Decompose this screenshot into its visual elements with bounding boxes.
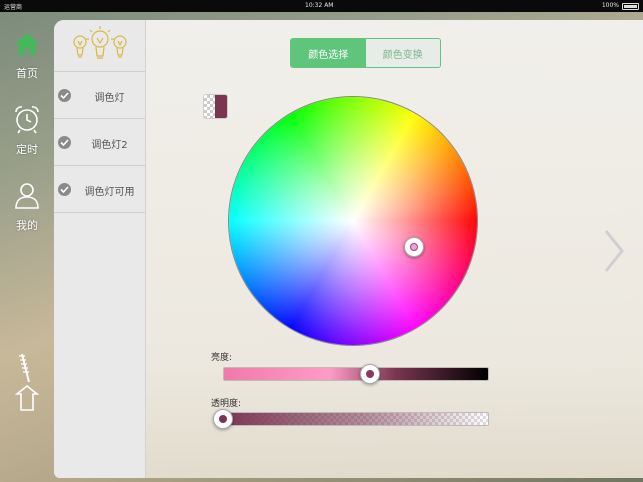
mode-tabs: 颜色选择 颜色变换 xyxy=(290,38,441,68)
tab-color-select[interactable]: 颜色选择 xyxy=(291,39,366,67)
device-item[interactable]: 调色灯可用 xyxy=(54,166,145,213)
check-icon[interactable] xyxy=(58,136,71,149)
home-icon xyxy=(15,33,39,55)
brightness-slider-thumb[interactable] xyxy=(360,364,380,384)
brightness-slider[interactable] xyxy=(223,367,489,381)
color-wheel-handle[interactable] xyxy=(404,237,424,257)
device-item[interactable]: 调色灯 xyxy=(54,72,145,119)
opacity-slider-thumb[interactable] xyxy=(213,409,233,429)
color-wheel[interactable] xyxy=(229,97,477,345)
battery-percent: 100% xyxy=(601,2,619,9)
lightbulbs-icon xyxy=(73,26,127,59)
status-bar: 运营商 10:32 AM 100% xyxy=(0,0,643,12)
device-name: 调色灯可用 xyxy=(84,187,135,198)
nav-home-label: 首页 xyxy=(16,67,38,80)
main-panel: 调色灯 调色灯2 调色灯可用 颜色选择 颜色变换 亮度: 透明度: xyxy=(54,20,643,478)
device-list-header xyxy=(54,20,145,72)
opacity-label: 透明度: xyxy=(211,399,242,409)
carrier-label: 运营商 xyxy=(4,4,23,11)
left-nav: 首页 定时 我的 xyxy=(0,12,54,482)
opacity-slider[interactable] xyxy=(218,412,489,426)
device-item[interactable]: 调色灯2 xyxy=(54,119,145,166)
nav-mine-label: 我的 xyxy=(16,219,38,232)
color-preview-swatch xyxy=(203,94,228,119)
battery-icon xyxy=(622,3,639,10)
share-icon xyxy=(14,353,40,411)
user-icon xyxy=(15,183,39,209)
nav-timer-label: 定时 xyxy=(16,143,38,156)
device-list: 调色灯 调色灯2 调色灯可用 xyxy=(54,20,146,478)
nav-item-home[interactable]: 首页 xyxy=(0,30,54,81)
check-icon[interactable] xyxy=(58,89,71,102)
device-name: 调色灯2 xyxy=(91,140,128,151)
tab-color-change[interactable]: 颜色变换 xyxy=(365,39,440,67)
nav-item-mine[interactable]: 我的 xyxy=(0,180,54,233)
clock-label: 10:32 AM xyxy=(305,2,334,9)
nav-item-timer[interactable]: 定时 xyxy=(0,104,54,157)
brightness-label: 亮度: xyxy=(211,353,233,363)
alarm-clock-icon xyxy=(15,106,39,134)
chevron-right-icon[interactable] xyxy=(602,228,626,274)
nav-item-share[interactable] xyxy=(0,352,54,417)
device-name: 调色灯 xyxy=(94,93,125,104)
check-icon[interactable] xyxy=(58,183,71,196)
